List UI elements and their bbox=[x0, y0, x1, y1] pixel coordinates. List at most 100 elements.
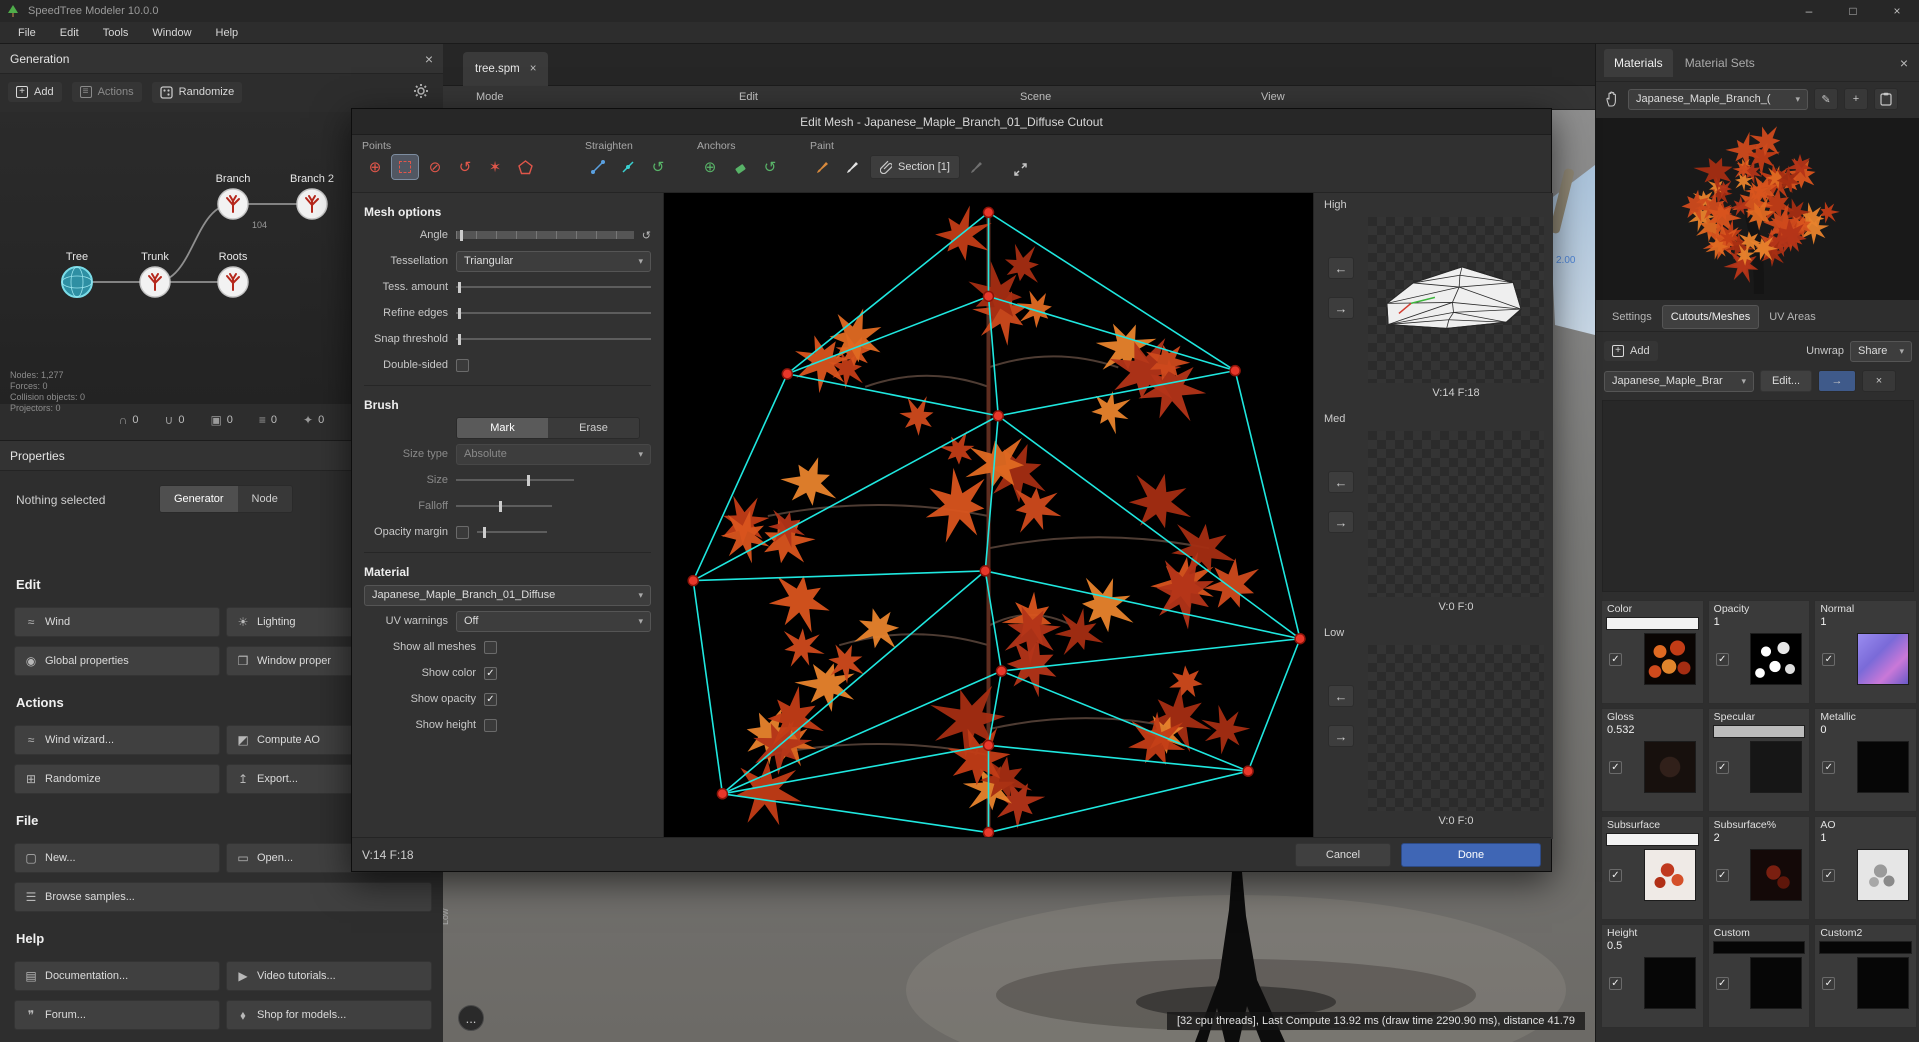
map-thumbnail[interactable] bbox=[1644, 633, 1696, 685]
map-thumbnail[interactable] bbox=[1644, 741, 1696, 793]
viewport-overflow-button[interactable]: ... bbox=[458, 1005, 484, 1031]
snap-threshold-slider[interactable] bbox=[456, 332, 651, 346]
map-thumbnail[interactable] bbox=[1750, 741, 1802, 793]
material-map-metallic[interactable]: Metallic0✓ bbox=[1814, 708, 1917, 812]
section-button[interactable]: Section [1] bbox=[870, 155, 960, 179]
straighten-reset-tool[interactable]: ↺ bbox=[645, 155, 671, 179]
material-map-ao[interactable]: AO1✓ bbox=[1814, 816, 1917, 920]
material-map-gloss[interactable]: Gloss0.532✓ bbox=[1601, 708, 1704, 812]
material-select-dropdown[interactable]: Japanese_Maple_Branch_( ▾ bbox=[1628, 89, 1808, 110]
tab-materials[interactable]: Materials bbox=[1604, 49, 1673, 77]
map-value[interactable]: 0.532 bbox=[1602, 723, 1703, 739]
randomize-graph-button[interactable]: Randomize bbox=[152, 82, 243, 103]
lod-low-prev-button[interactable]: ← bbox=[1328, 685, 1354, 707]
material-map-subsurface[interactable]: Subsurface%2✓ bbox=[1708, 816, 1811, 920]
lod-low-preview[interactable] bbox=[1368, 645, 1544, 811]
forum-button[interactable]: ❞Forum... bbox=[14, 1000, 220, 1030]
map-enabled-checkbox[interactable]: ✓ bbox=[1609, 653, 1622, 666]
map-color-swatch[interactable] bbox=[1819, 941, 1912, 954]
generator-node-trunk[interactable]: Trunk bbox=[140, 251, 170, 297]
tess-amount-slider[interactable] bbox=[456, 280, 651, 294]
tab-tree-spm[interactable]: tree.spm × bbox=[463, 52, 548, 86]
video-tutorials-button[interactable]: ▶Video tutorials... bbox=[226, 961, 432, 991]
tessellation-dropdown[interactable]: Triangular▾ bbox=[456, 251, 651, 272]
generator-node-roots[interactable]: Roots bbox=[218, 251, 248, 297]
map-value[interactable]: 1 bbox=[1815, 831, 1916, 847]
map-color-swatch[interactable] bbox=[1606, 833, 1699, 846]
straighten-line-tool[interactable] bbox=[585, 155, 611, 179]
lod-high-preview[interactable] bbox=[1368, 217, 1544, 383]
tab-close-icon[interactable]: × bbox=[530, 63, 537, 75]
double-sided-checkbox[interactable]: ✓ bbox=[456, 359, 469, 372]
map-thumbnail[interactable] bbox=[1644, 957, 1696, 1009]
map-enabled-checkbox[interactable]: ✓ bbox=[1716, 869, 1729, 882]
browse-samples-button[interactable]: ☰Browse samples... bbox=[14, 882, 432, 912]
map-thumbnail[interactable] bbox=[1857, 957, 1909, 1009]
map-value[interactable]: 0 bbox=[1815, 723, 1916, 739]
angle-reset-icon[interactable]: ↺ bbox=[642, 229, 651, 242]
add-cutout-button[interactable]: + Add bbox=[1604, 341, 1658, 361]
lod-med-prev-button[interactable]: ← bbox=[1328, 471, 1354, 493]
material-map-opacity[interactable]: Opacity1✓ bbox=[1708, 600, 1811, 704]
material-map-custom[interactable]: Custom✓ bbox=[1708, 924, 1811, 1028]
graph-counter[interactable]: ✦0 bbox=[303, 413, 324, 427]
tune-material-button[interactable]: ✎ bbox=[1814, 88, 1838, 110]
lod-med-next-button[interactable]: → bbox=[1328, 511, 1354, 533]
straighten-segment-tool[interactable] bbox=[615, 155, 641, 179]
delete-point-tool[interactable]: ⊘ bbox=[422, 155, 448, 179]
paste-material-button[interactable] bbox=[1874, 88, 1898, 110]
minimize-button[interactable]: – bbox=[1787, 0, 1831, 22]
material-map-color[interactable]: Color✓ bbox=[1601, 600, 1704, 704]
map-color-swatch[interactable] bbox=[1713, 941, 1806, 954]
hand-icon[interactable] bbox=[1604, 90, 1622, 108]
edit-cutout-button[interactable]: Edit... bbox=[1760, 370, 1812, 392]
material-map-subsurface[interactable]: Subsurface✓ bbox=[1601, 816, 1704, 920]
map-thumbnail[interactable] bbox=[1750, 633, 1802, 685]
cancel-button[interactable]: Cancel bbox=[1295, 843, 1391, 867]
show-height-checkbox[interactable]: ✓ bbox=[484, 719, 497, 732]
map-enabled-checkbox[interactable]: ✓ bbox=[1609, 869, 1622, 882]
done-button[interactable]: Done bbox=[1401, 843, 1541, 867]
lod-med-preview[interactable] bbox=[1368, 431, 1544, 597]
size-slider[interactable] bbox=[456, 473, 574, 487]
show-color-checkbox[interactable]: ✓ bbox=[484, 667, 497, 680]
fullscreen-button[interactable] bbox=[1007, 157, 1033, 181]
erase-button[interactable]: Erase bbox=[548, 418, 639, 438]
generator-node-tree[interactable]: Tree bbox=[62, 251, 92, 297]
maximize-button[interactable]: □ bbox=[1831, 0, 1875, 22]
material-map-height[interactable]: Height0.5✓ bbox=[1601, 924, 1704, 1028]
map-thumbnail[interactable] bbox=[1857, 741, 1909, 793]
generator-node-branch[interactable]: Branch bbox=[216, 173, 251, 219]
mark-button[interactable]: Mark bbox=[457, 418, 548, 438]
global-properties-button[interactable]: ◉Global properties bbox=[14, 646, 220, 676]
map-enabled-checkbox[interactable]: ✓ bbox=[1822, 977, 1835, 990]
polygon-tool[interactable] bbox=[512, 155, 538, 179]
cutout-list-area[interactable] bbox=[1602, 400, 1914, 592]
graph-counter[interactable]: ▣0 bbox=[210, 413, 232, 427]
reset-points-tool[interactable]: ↺ bbox=[452, 155, 478, 179]
paint-brush-tool[interactable] bbox=[810, 155, 836, 179]
map-thumbnail[interactable] bbox=[1857, 633, 1909, 685]
map-thumbnail[interactable] bbox=[1750, 957, 1802, 1009]
generator-node-branch-2[interactable]: Branch 2 bbox=[290, 173, 334, 219]
lod-high-prev-button[interactable]: ← bbox=[1328, 257, 1354, 279]
lod-low-next-button[interactable]: → bbox=[1328, 725, 1354, 747]
close-button[interactable]: × bbox=[1875, 0, 1919, 22]
add-point-tool[interactable]: ⊕ bbox=[362, 155, 388, 179]
angle-slider[interactable] bbox=[456, 228, 634, 242]
materials-close-icon[interactable]: × bbox=[1900, 55, 1912, 71]
opacity-margin-checkbox[interactable]: ✓ bbox=[456, 526, 469, 539]
size-type-dropdown[interactable]: Absolute▾ bbox=[456, 444, 651, 465]
documentation-button[interactable]: ▤Documentation... bbox=[14, 961, 220, 991]
subtab-cutouts-meshes[interactable]: Cutouts/Meshes bbox=[1662, 305, 1759, 329]
map-enabled-checkbox[interactable]: ✓ bbox=[1609, 977, 1622, 990]
add-anchor-tool[interactable]: ⊕ bbox=[697, 155, 723, 179]
refine-edges-slider[interactable] bbox=[456, 306, 651, 320]
menu-tools[interactable]: Tools bbox=[93, 25, 139, 41]
tab-material-sets[interactable]: Material Sets bbox=[1675, 49, 1765, 77]
material-preview[interactable] bbox=[1596, 118, 1919, 300]
map-color-swatch[interactable] bbox=[1713, 725, 1806, 738]
map-thumbnail[interactable] bbox=[1857, 849, 1909, 901]
map-value[interactable]: 1 bbox=[1815, 615, 1916, 631]
menu-window[interactable]: Window bbox=[142, 25, 201, 41]
